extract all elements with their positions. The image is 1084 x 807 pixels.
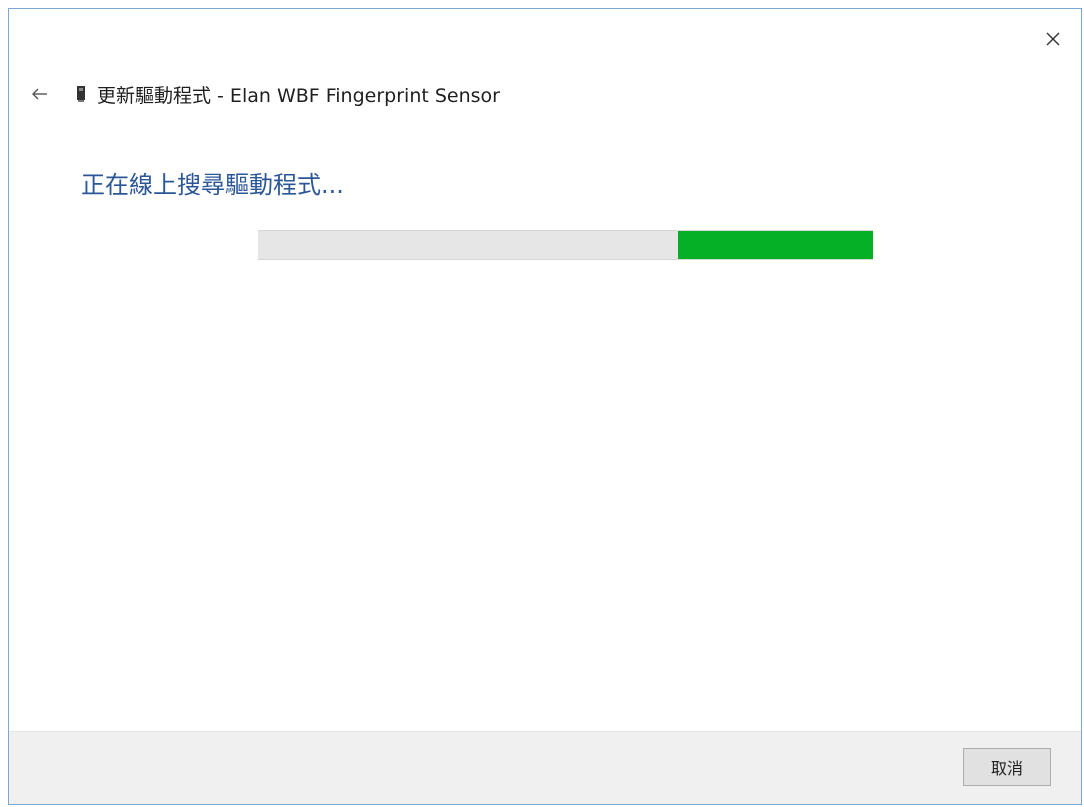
status-text: 正在線上搜尋驅動程式... [81, 171, 344, 199]
driver-update-window: 更新驅動程式 - Elan WBF Fingerprint Sensor 正在線… [8, 8, 1082, 805]
close-icon [1046, 32, 1060, 46]
footer: 取消 [9, 731, 1081, 804]
device-icon [75, 84, 87, 104]
progress-fill [678, 231, 873, 259]
back-button[interactable] [27, 81, 53, 107]
cancel-button[interactable]: 取消 [963, 748, 1051, 786]
progress-bar [258, 230, 873, 260]
header: 更新驅動程式 - Elan WBF Fingerprint Sensor [27, 81, 500, 107]
close-button[interactable] [1037, 23, 1069, 55]
dialog-title: 更新驅動程式 - Elan WBF Fingerprint Sensor [97, 84, 500, 107]
back-arrow-icon [32, 88, 47, 100]
